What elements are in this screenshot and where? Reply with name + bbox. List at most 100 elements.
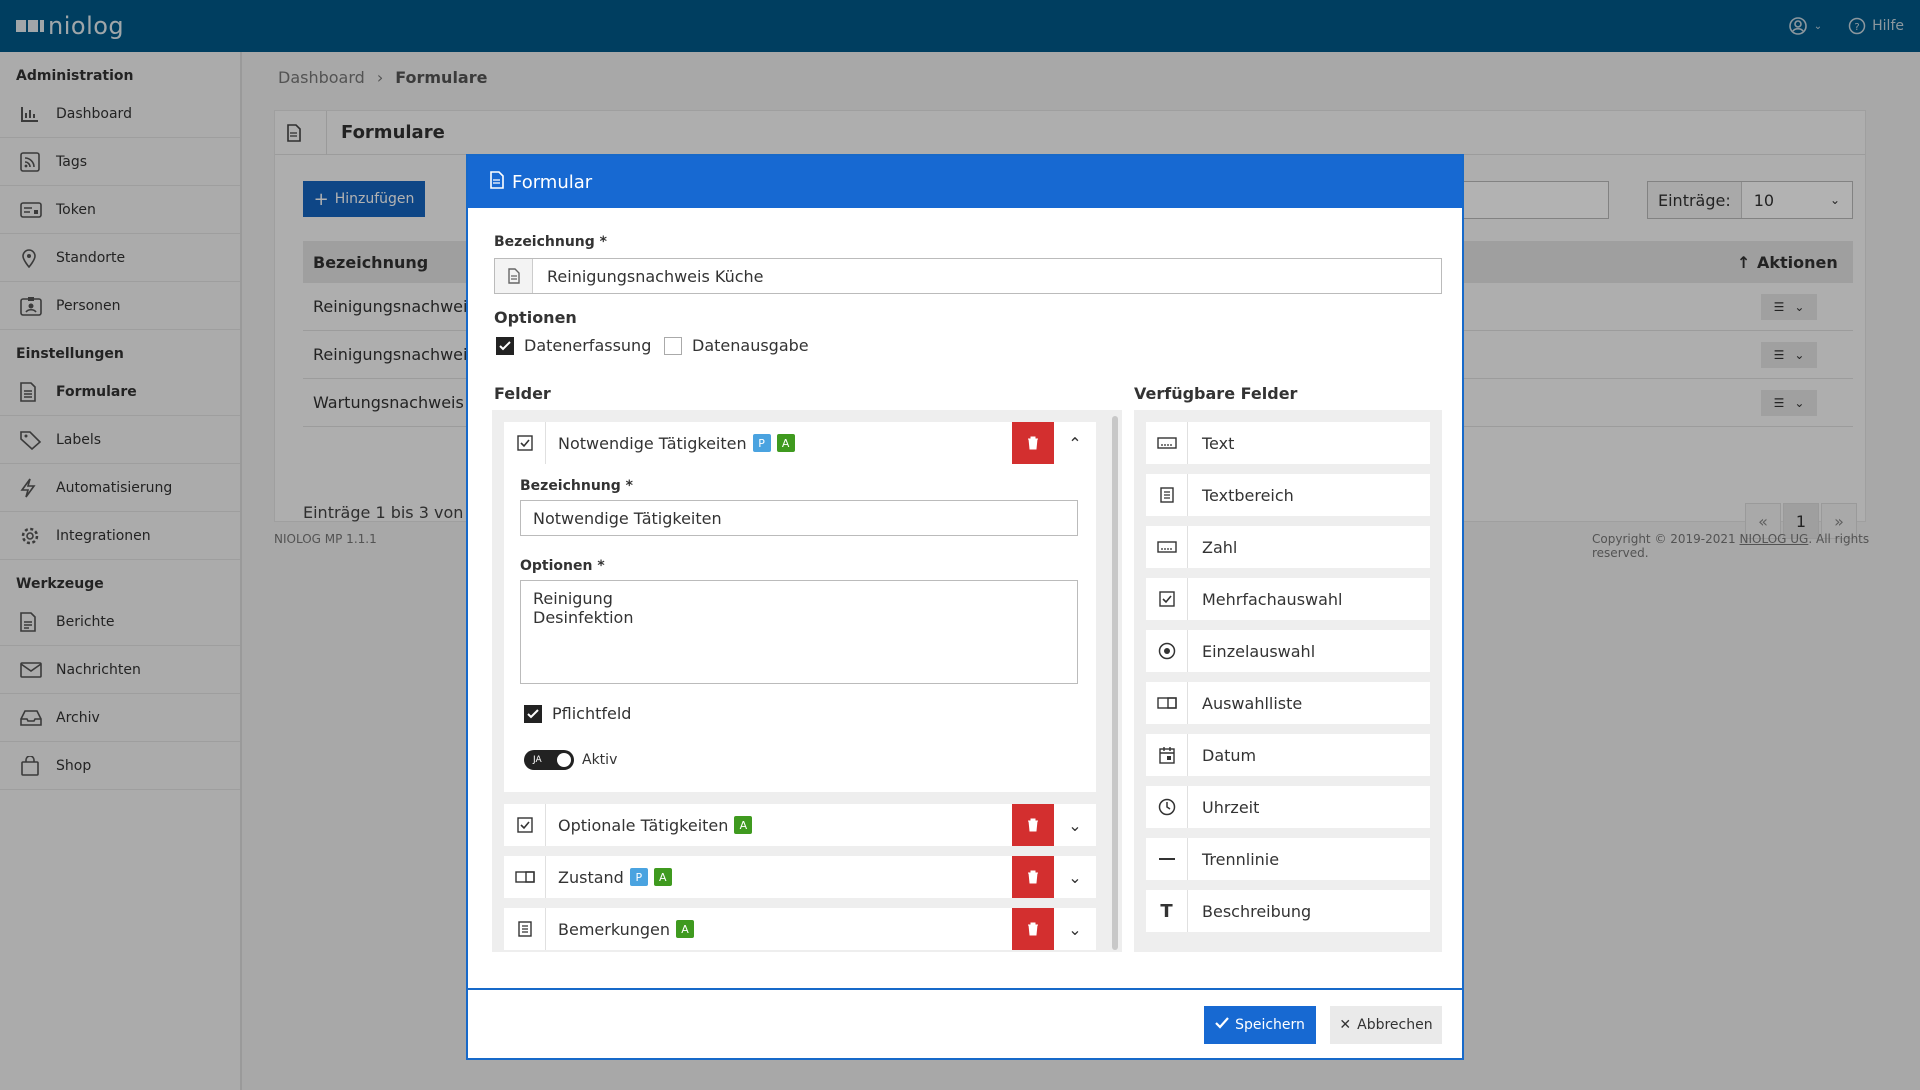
- field-label: Bemerkungen: [558, 919, 671, 939]
- checkbox-checked-icon[interactable]: [524, 704, 542, 723]
- select-list-icon: [504, 856, 546, 898]
- badge-p: P: [752, 434, 771, 452]
- active-label: Aktiv: [582, 752, 618, 768]
- check-icon: [1215, 1017, 1229, 1033]
- available-field-label: Datum: [1202, 745, 1257, 765]
- name-label-text: Bezeichnung: [494, 234, 595, 250]
- textarea-icon: [504, 908, 546, 950]
- badge-p: P: [629, 868, 648, 886]
- field-options-label-text: Optionen: [520, 558, 593, 574]
- available-fields-list: Text Textbereich Zahl Mehrfachauswahl Ei…: [1134, 410, 1442, 952]
- field-label: Notwendige Tätigkeiten: [558, 433, 747, 453]
- save-button[interactable]: Speichern: [1204, 1006, 1316, 1044]
- field-editor: Bezeichnung * Notwendige Tätigkeiten Opt…: [504, 464, 1096, 792]
- available-field-label: Textbereich: [1202, 485, 1294, 505]
- modal-title: Formular: [512, 171, 593, 193]
- badge-a: A: [734, 816, 753, 834]
- fields-scrollbar[interactable]: [1112, 416, 1118, 950]
- form-modal: Formular Bezeichnung * Reinigungsnachwei…: [466, 154, 1464, 1060]
- divider-icon: [1146, 838, 1188, 880]
- cancel-button-label: Abbrechen: [1357, 1017, 1433, 1033]
- option-line: Desinfektion: [533, 608, 634, 627]
- field-name-label-text: Bezeichnung: [520, 478, 621, 494]
- trash-icon: [1028, 436, 1038, 450]
- field-row[interactable]: Bemerkungen A ⌄: [504, 908, 1096, 950]
- text-input-icon: [1146, 422, 1188, 464]
- delete-field-button[interactable]: [1012, 908, 1054, 950]
- field-name-label: Bezeichnung *: [520, 478, 633, 494]
- trash-icon: [1028, 818, 1038, 832]
- document-icon: [490, 170, 504, 194]
- radio-icon: [1146, 630, 1188, 672]
- available-field-label: Beschreibung: [1202, 901, 1312, 921]
- required-label: Pflichtfeld: [552, 704, 632, 723]
- felder-label: Felder: [494, 384, 551, 403]
- form-name-value: Reinigungsnachweis Küche: [547, 266, 764, 286]
- field-row[interactable]: Optionale Tätigkeiten A ⌄: [504, 804, 1096, 846]
- cancel-button[interactable]: ✕ Abbrechen: [1330, 1006, 1442, 1044]
- option-line: Reinigung: [533, 589, 613, 608]
- option-datenausgabe-label: Datenausgabe: [692, 336, 809, 355]
- checkbox-checked-icon[interactable]: [496, 336, 514, 355]
- available-field-auswahlliste[interactable]: Auswahlliste: [1146, 682, 1430, 724]
- checkbox-unchecked-icon[interactable]: [664, 336, 682, 355]
- chevron-down-icon[interactable]: ⌄: [1054, 868, 1096, 887]
- options-label: Optionen: [494, 308, 577, 327]
- delete-field-button[interactable]: [1012, 856, 1054, 898]
- option-datenausgabe[interactable]: Datenausgabe: [664, 336, 809, 355]
- field-options-label: Optionen *: [520, 558, 605, 574]
- field-label: Optionale Tätigkeiten: [558, 815, 729, 835]
- available-field-uhrzeit[interactable]: Uhrzeit: [1146, 786, 1430, 828]
- trash-icon: [1028, 870, 1038, 884]
- available-fields-label: Verfügbare Felder: [1134, 384, 1298, 403]
- active-toggle[interactable]: JA Aktiv: [524, 750, 617, 770]
- checkbox-field-icon: [504, 422, 546, 464]
- available-field-datum[interactable]: Datum: [1146, 734, 1430, 776]
- checkbox-field-icon: [1146, 578, 1188, 620]
- text-type-icon: T: [1146, 890, 1188, 932]
- name-label: Bezeichnung *: [494, 234, 607, 250]
- available-field-label: Einzelauswahl: [1202, 641, 1316, 661]
- field-label: Zustand: [558, 867, 624, 887]
- badge-a: A: [776, 434, 795, 452]
- available-field-zahl[interactable]: Zahl: [1146, 526, 1430, 568]
- badge-a: A: [676, 920, 695, 938]
- field-row[interactable]: Zustand P A ⌄: [504, 856, 1096, 898]
- fields-list: Notwendige Tätigkeiten P A ⌃ Bezeichnung *…: [492, 410, 1122, 952]
- textarea-icon: [1146, 474, 1188, 516]
- badge-a: A: [653, 868, 672, 886]
- available-field-text[interactable]: Text: [1146, 422, 1430, 464]
- number-input-icon: [1146, 526, 1188, 568]
- form-name-input[interactable]: Reinigungsnachweis Küche: [494, 258, 1442, 294]
- document-icon: [495, 259, 533, 293]
- select-list-icon: [1146, 682, 1188, 724]
- available-field-einzelauswahl[interactable]: Einzelauswahl: [1146, 630, 1430, 672]
- delete-field-button[interactable]: [1012, 804, 1054, 846]
- available-field-label: Auswahlliste: [1202, 693, 1303, 713]
- available-field-label: Mehrfachauswahl: [1202, 589, 1343, 609]
- clock-icon: [1146, 786, 1188, 828]
- calendar-icon: [1146, 734, 1188, 776]
- field-row[interactable]: Notwendige Tätigkeiten P A ⌃: [504, 422, 1096, 464]
- available-field-trennlinie[interactable]: Trennlinie: [1146, 838, 1430, 880]
- chevron-down-icon[interactable]: ⌄: [1054, 816, 1096, 835]
- checkbox-field-icon: [504, 804, 546, 846]
- available-field-label: Uhrzeit: [1202, 797, 1260, 817]
- chevron-down-icon[interactable]: ⌄: [1054, 920, 1096, 939]
- modal-footer: Speichern ✕ Abbrechen: [468, 988, 1462, 1060]
- available-field-textbereich[interactable]: Textbereich: [1146, 474, 1430, 516]
- trash-icon: [1028, 922, 1038, 936]
- option-datenerfassung-label: Datenerfassung: [524, 336, 652, 355]
- delete-field-button[interactable]: [1012, 422, 1054, 464]
- chevron-up-icon[interactable]: ⌃: [1054, 434, 1096, 453]
- available-field-label: Zahl: [1202, 537, 1238, 557]
- toggle-switch[interactable]: JA: [524, 750, 574, 770]
- available-field-beschreibung[interactable]: T Beschreibung: [1146, 890, 1430, 932]
- field-name-input[interactable]: Notwendige Tätigkeiten: [520, 500, 1078, 536]
- save-button-label: Speichern: [1235, 1017, 1305, 1033]
- required-checkbox[interactable]: Pflichtfeld: [524, 704, 631, 723]
- option-datenerfassung[interactable]: Datenerfassung: [496, 336, 651, 355]
- available-field-label: Text: [1202, 433, 1235, 453]
- available-field-mehrfachauswahl[interactable]: Mehrfachauswahl: [1146, 578, 1430, 620]
- field-options-textarea[interactable]: Reinigung Desinfektion: [520, 580, 1078, 684]
